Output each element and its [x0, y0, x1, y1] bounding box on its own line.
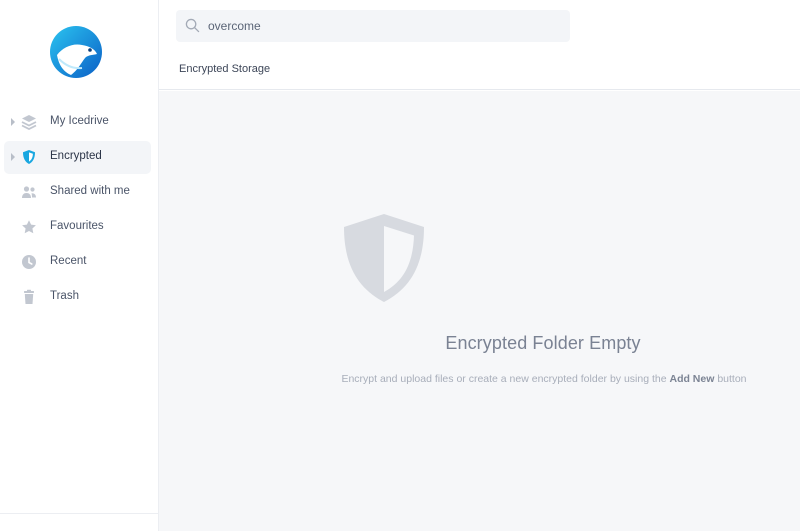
- search-box[interactable]: [176, 10, 570, 42]
- sidebar-item-favourites[interactable]: Favourites: [4, 211, 151, 244]
- sidebar-item-recent[interactable]: Recent: [4, 246, 151, 279]
- sidebar-item-encrypted[interactable]: Encrypted: [4, 141, 151, 174]
- search-icon[interactable]: [185, 18, 200, 33]
- sidebar-item-label: Shared with me: [50, 185, 130, 197]
- breadcrumb[interactable]: Encrypted Storage: [179, 63, 270, 75]
- empty-state-title: Encrypted Folder Empty: [445, 333, 641, 353]
- sidebar-item-trash[interactable]: Trash: [4, 281, 151, 314]
- sidebar-item-my-icedrive[interactable]: My Icedrive: [4, 106, 151, 139]
- sidebar-item-label: Encrypted: [50, 150, 102, 162]
- sidebar: My Icedrive Encrypted Shared with me Fav…: [0, 0, 159, 531]
- sidebar-item-label: Favourites: [50, 220, 104, 232]
- sidebar-item-label: My Icedrive: [50, 115, 109, 127]
- empty-state-description: Encrypt and upload files or create a new…: [338, 371, 750, 387]
- shield-icon: [23, 150, 35, 164]
- file-area[interactable]: [159, 91, 800, 531]
- empty-state-description-text: Encrypt and upload files or create a new…: [341, 373, 670, 385]
- caret-right-icon[interactable]: [9, 117, 17, 127]
- users-icon: [22, 186, 36, 198]
- star-icon: [22, 220, 36, 234]
- trash-icon: [24, 289, 34, 304]
- clock-icon: [22, 255, 36, 269]
- search-input[interactable]: [208, 16, 558, 36]
- sidebar-nav: My Icedrive Encrypted Shared with me Fav…: [0, 104, 159, 316]
- sidebar-divider: [0, 513, 159, 514]
- caret-right-icon[interactable]: [9, 152, 17, 162]
- layers-icon: [21, 115, 37, 130]
- empty-state-description-end: button: [714, 373, 747, 385]
- topbar: Encrypted Storage: [159, 0, 800, 90]
- shield-icon: [344, 214, 424, 302]
- add-new-emphasis: Add New: [669, 373, 715, 385]
- icedrive-logo[interactable]: [49, 25, 103, 79]
- sidebar-item-label: Trash: [50, 290, 79, 302]
- sidebar-item-shared-with-me[interactable]: Shared with me: [4, 176, 151, 209]
- sidebar-item-label: Recent: [50, 255, 87, 267]
